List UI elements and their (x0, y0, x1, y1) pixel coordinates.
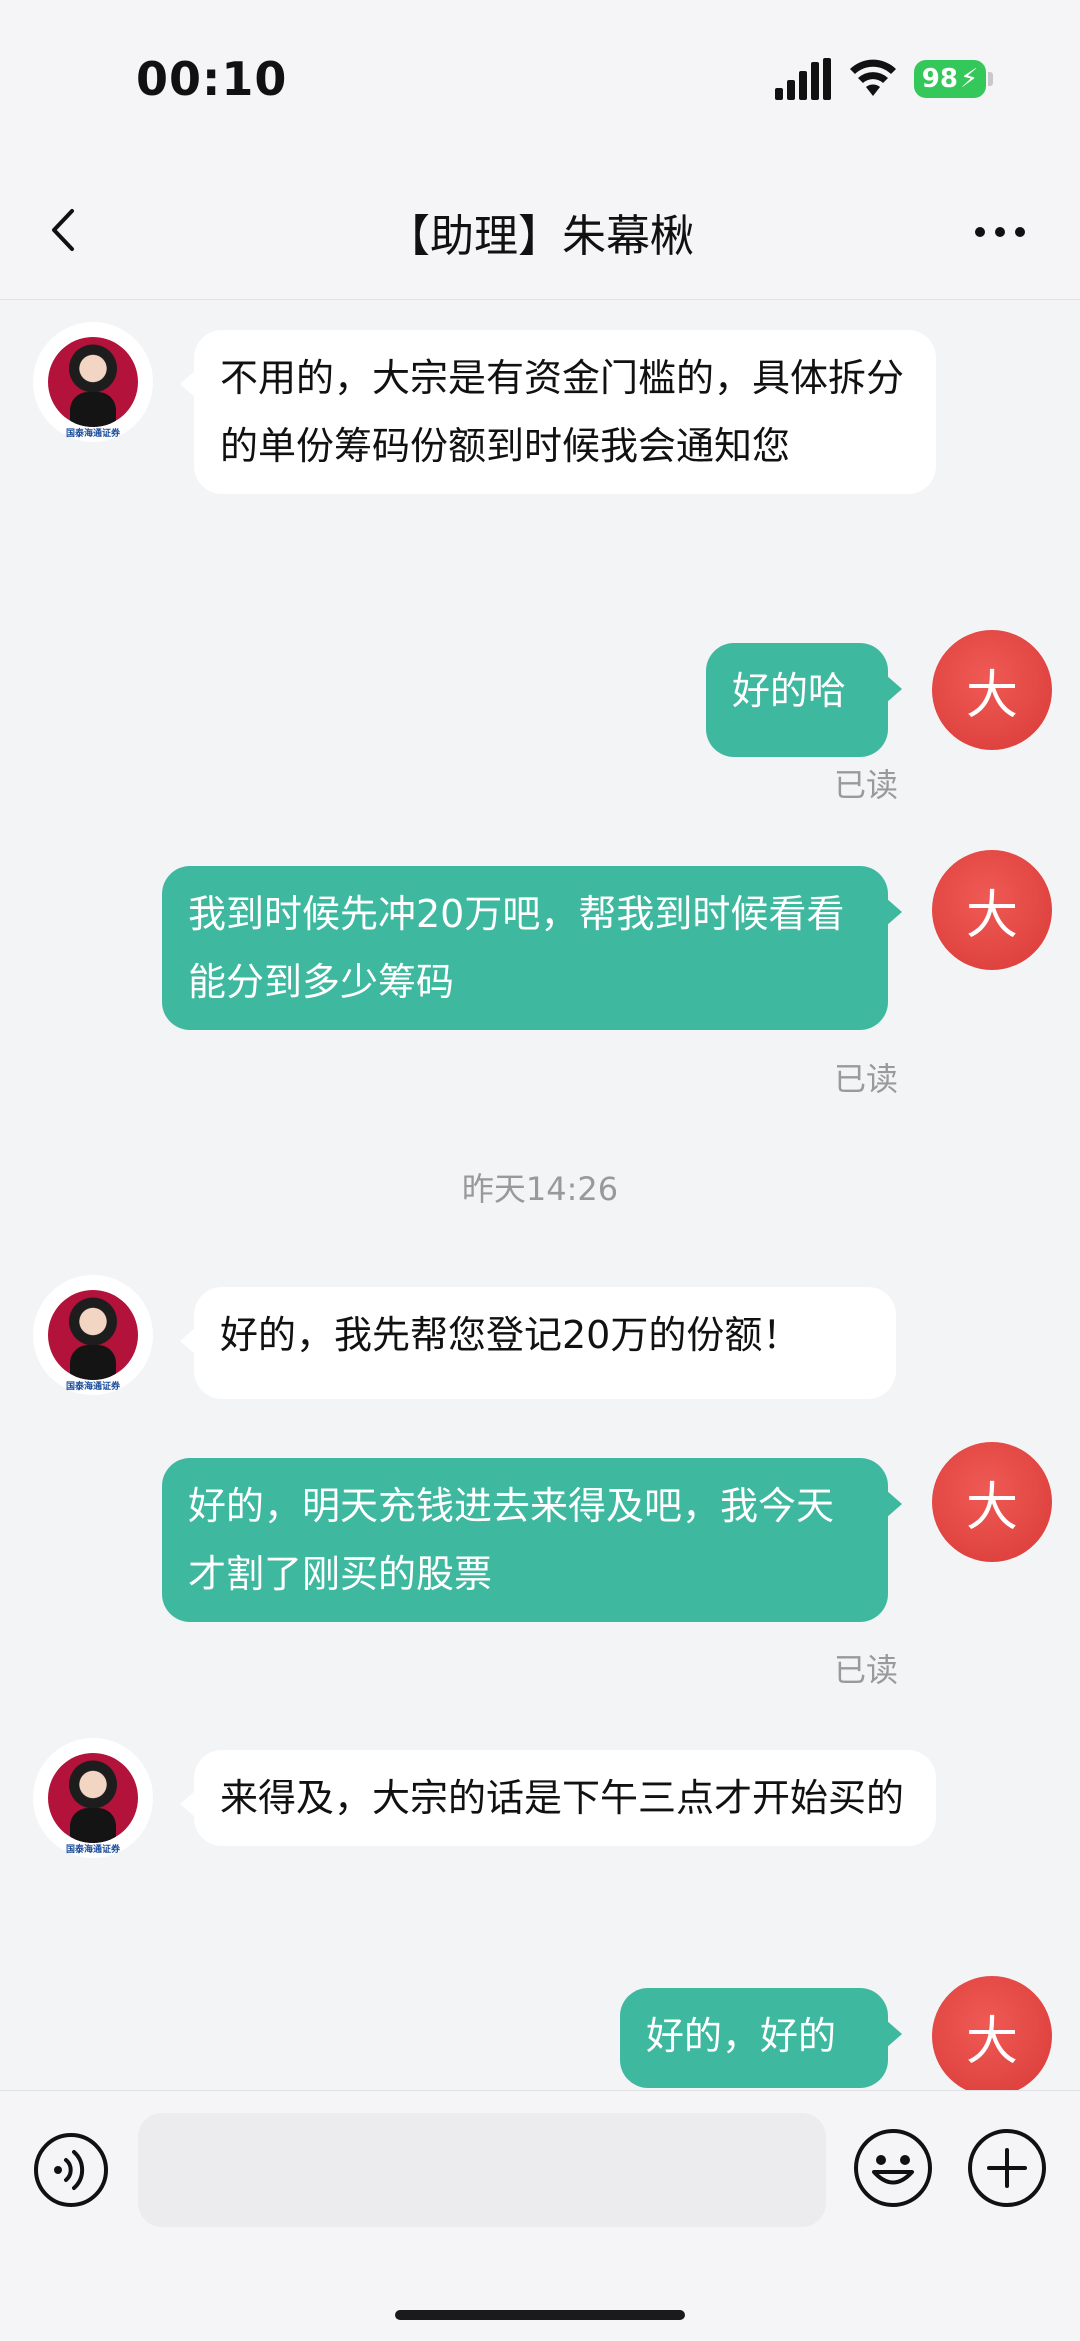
message-bubble-incoming[interactable]: 好的，我先帮您登记20万的份额！ (180, 1287, 896, 1399)
message-text: 好的，明天充钱进去来得及吧，我今天才割了刚买的股票 (188, 1484, 835, 1596)
message-text: 好的，我先帮您登记20万的份额！ (220, 1313, 801, 1357)
assistant-photo (48, 337, 138, 427)
chat-screen: 00:10 98 ⚡ 【助理】朱幕楸 国泰海通证券 不用的，大宗是有资金门槛的，… (0, 0, 1080, 2341)
input-bar (0, 2090, 1080, 2341)
cellular-signal-icon (775, 58, 831, 100)
message-text: 不用的，大宗是有资金门槛的，具体拆分的单份筹码份额到时候我会通知您 (220, 356, 905, 468)
message-bubble-outgoing[interactable]: 好的，好的 (620, 1988, 902, 2088)
message-bubble-incoming[interactable]: 来得及，大宗的话是下午三点才开始买的 (180, 1750, 936, 1846)
avatar-initial: 大 (965, 665, 1018, 726)
assistant-photo (48, 1753, 138, 1843)
message-text: 好的哈 (732, 669, 847, 713)
assistant-avatar[interactable]: 国泰海通证券 (33, 322, 153, 442)
avatar-initial: 大 (965, 1477, 1018, 1538)
message-bubble-outgoing[interactable]: 好的哈 (706, 643, 902, 757)
status-bar: 00:10 98 ⚡ (0, 0, 1080, 160)
chat-header: 【助理】朱幕楸 (0, 160, 1080, 300)
avatar-initial: 大 (965, 885, 1018, 946)
message-text: 来得及，大宗的话是下午三点才开始买的 (220, 1776, 905, 1820)
battery-indicator: 98 ⚡ (914, 60, 986, 98)
battery-tip (988, 72, 993, 86)
message-list[interactable]: 国泰海通证券 不用的，大宗是有资金门槛的，具体拆分的单份筹码份额到时候我会通知您… (0, 300, 1080, 2096)
assistant-photo (48, 1290, 138, 1380)
user-avatar[interactable]: 大 (932, 850, 1052, 970)
message-input[interactable] (138, 2113, 826, 2227)
message-bubble-incoming[interactable]: 不用的，大宗是有资金门槛的，具体拆分的单份筹码份额到时候我会通知您 (180, 330, 936, 494)
message-text: 好的，好的 (646, 2014, 837, 2058)
message-bubble-outgoing[interactable]: 好的，明天充钱进去来得及吧，我今天才割了刚买的股票 (162, 1458, 902, 1622)
more-horizontal-icon[interactable] (970, 212, 1030, 252)
read-status: 已读 (833, 1651, 898, 1689)
avatar-initial: 大 (965, 2011, 1018, 2072)
message-timestamp: 昨天14:26 (461, 1170, 619, 1208)
plus-circle-icon[interactable] (966, 2127, 1048, 2209)
assistant-avatar[interactable]: 国泰海通证券 (33, 1275, 153, 1395)
read-status: 已读 (833, 766, 898, 804)
read-status: 已读 (833, 1060, 898, 1098)
message-bubble-outgoing[interactable]: 我到时候先冲20万吧，帮我到时候看看能分到多少筹码 (162, 866, 902, 1030)
company-logo: 国泰海通证券 (65, 429, 120, 439)
assistant-avatar[interactable]: 国泰海通证券 (33, 1738, 153, 1858)
status-time: 00:10 (136, 52, 288, 106)
wifi-icon (850, 59, 896, 96)
message-text: 我到时候先冲20万吧，帮我到时候看看能分到多少筹码 (188, 892, 845, 1004)
charging-bolt-icon: ⚡ (959, 64, 979, 94)
battery-level: 98 (921, 64, 958, 94)
voice-icon[interactable] (32, 2131, 110, 2209)
company-logo: 国泰海通证券 (65, 1845, 120, 1855)
user-avatar[interactable]: 大 (932, 630, 1052, 750)
user-avatar[interactable]: 大 (932, 1442, 1052, 1562)
user-avatar[interactable]: 大 (932, 1976, 1052, 2096)
emoji-icon[interactable] (852, 2127, 934, 2209)
company-logo: 国泰海通证券 (65, 1382, 120, 1392)
page-title: 【助理】朱幕楸 (386, 211, 694, 262)
home-indicator[interactable] (395, 2310, 685, 2320)
